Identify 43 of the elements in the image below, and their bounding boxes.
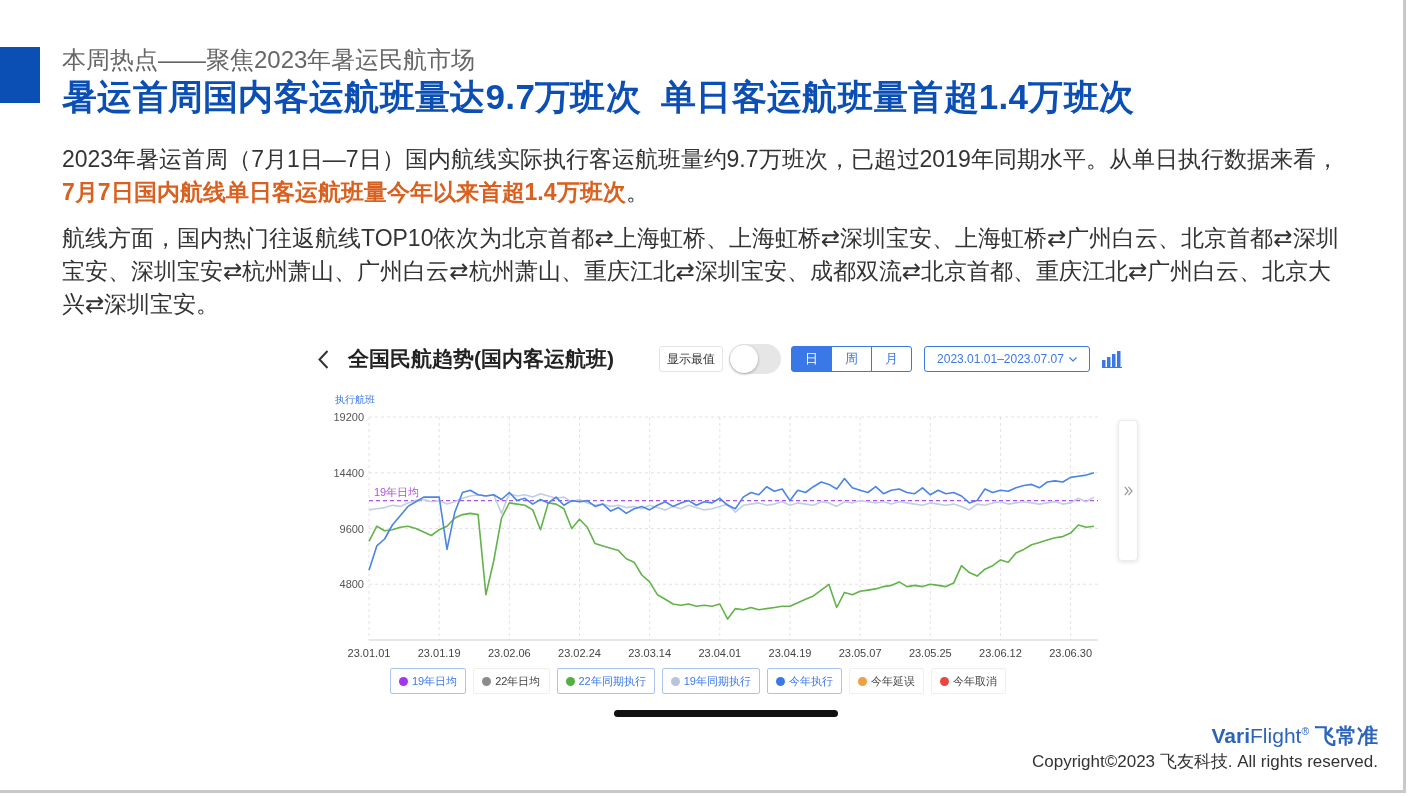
x-tick-label: 23.02.24	[558, 647, 601, 659]
legend-item[interactable]: 今年延误	[849, 668, 924, 694]
double-chevron-icon	[1123, 485, 1133, 496]
x-tick-label: 23.05.07	[838, 647, 882, 659]
x-tick-label: 23.02.06	[487, 647, 531, 659]
average-label: 19年日均	[374, 485, 420, 498]
y-tick-label: 4800	[339, 578, 364, 591]
slide-title: 暑运首周国内客运航班量达9.7万班次 单日客运航班量首超1.4万班次	[62, 77, 1135, 117]
accent-bar	[0, 47, 40, 103]
legend-item[interactable]: 19年日均	[390, 668, 467, 694]
legend-item[interactable]: 今年取消	[931, 668, 1006, 694]
bar-chart-icon[interactable]	[1102, 350, 1122, 368]
period-tab[interactable]: 周	[831, 346, 872, 372]
x-tick-label: 23.01.19	[417, 647, 461, 659]
section-kicker: 本周热点——聚焦2023年暑运民航市场	[62, 47, 477, 73]
x-tick-label: 23.06.12	[979, 647, 1022, 659]
y-tick-label: 9600	[339, 522, 364, 535]
x-tick-label: 23.01.01	[347, 647, 391, 659]
y-tick-label: 14400	[333, 466, 364, 479]
copyright-text: Copyright©2023 飞友科技. All rights reserved.	[1031, 751, 1378, 773]
caret-icon	[1068, 356, 1077, 362]
paragraph: 航线方面，国内热门往返航线TOP10依次为北京首都⇄上海虹桥、上海虹桥⇄深圳宝安、上海虹桥⇄广州白云、北京首都⇄深圳宝安、深圳宝安⇄杭州萧山、广州白云⇄杭州萧山、重庆江北⇄深圳宝安、成都双流⇄北京首都、重庆江北⇄广州白云、北京大兴⇄深圳宝安。	[62, 224, 1340, 319]
paragraph: 2023年暑运首周（7月1日—7日）国内航线实际执行客运航班量约9.7万班次，已超过2019年同期水平。从单日执行数据来看，7月7日国内航线单日客运航班量今年以来首超1.4万班次。	[62, 145, 1340, 207]
x-tick-label: 23.05.25	[908, 647, 952, 659]
legend-item[interactable]: 22年日均	[473, 668, 550, 694]
period-tab[interactable]: 月	[871, 346, 912, 372]
chevron-left-icon[interactable]	[318, 349, 329, 369]
x-tick-label: 23.06.30	[1049, 647, 1093, 659]
side-panel-handle[interactable]	[1118, 420, 1138, 561]
show-extremes-button[interactable]: 显示最值	[659, 346, 723, 372]
x-tick-label: 23.03.14	[628, 647, 672, 659]
legend-item[interactable]: 今年执行	[767, 668, 842, 694]
legend-item[interactable]: 22年同期执行	[556, 668, 655, 694]
x-tick-label: 23.04.19	[768, 647, 812, 659]
period-tab[interactable]: 日	[791, 346, 832, 372]
legend-item[interactable]: 19年同期执行	[661, 668, 760, 694]
x-tick-label: 23.04.01	[698, 647, 742, 659]
axis-title: 执行航班	[335, 394, 375, 405]
toggle-switch[interactable]	[729, 344, 781, 374]
y-tick-label: 19200	[333, 411, 364, 423]
date-range-dropdown[interactable]: 2023.01.01–2023.07.07	[924, 346, 1090, 372]
panel-title: 全国民航趋势(国内客运航班)	[348, 346, 614, 372]
brand-logo: VariFlight$^{®}$ 飞常准	[1210, 723, 1378, 749]
